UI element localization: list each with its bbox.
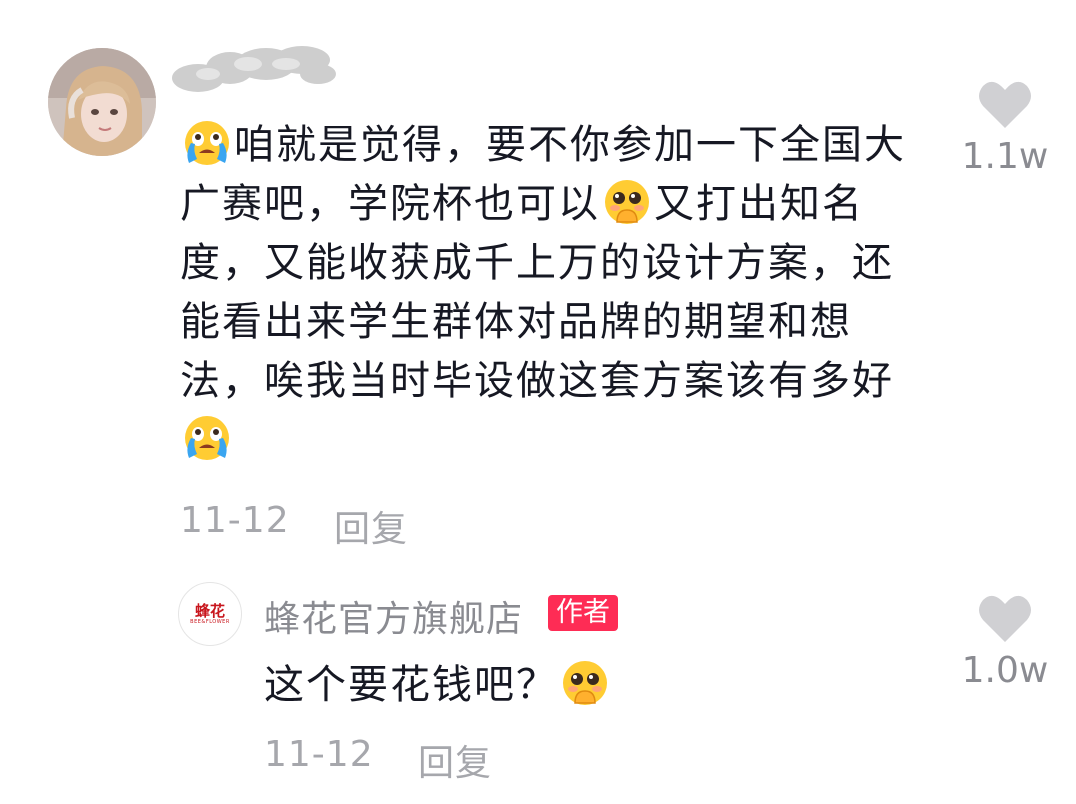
heart-icon[interactable] [977,78,1033,130]
reply-like-count: 1.0w [961,650,1049,691]
reply-text: 这个要花钱吧？ [264,656,612,715]
reply-reply-button[interactable]: 回复 [418,734,492,786]
author-badge: 作者 [548,595,618,631]
pleading-face-emoji [603,178,651,226]
comment-text: 咱就是觉得，要不你参加一下全国大广赛吧，学院杯也可以 又打出知名度，又能收获成千上… [180,116,925,470]
reply-date: 11-12 [264,734,374,775]
crying-face-emoji [183,414,231,462]
comment-like-count: 1.1w [961,136,1049,177]
reply-author-name[interactable]: 蜂花官方旗舰店 [264,590,523,642]
comment-reply-button[interactable]: 回复 [334,500,408,552]
brand-logo: 蜂花 [194,602,225,620]
shop-avatar[interactable]: 蜂花 BEE&FLOWER [178,582,242,646]
comment-date: 11-12 [180,500,290,541]
reply-text-content: 这个要花钱吧？ [264,662,558,708]
commenter-name-redacted [168,34,348,104]
commenter-avatar[interactable] [48,48,156,156]
crying-face-emoji [183,119,231,167]
heart-icon[interactable] [977,592,1033,644]
pleading-face-emoji [561,659,609,707]
brand-logo-subtext: BEE&FLOWER [190,619,230,625]
